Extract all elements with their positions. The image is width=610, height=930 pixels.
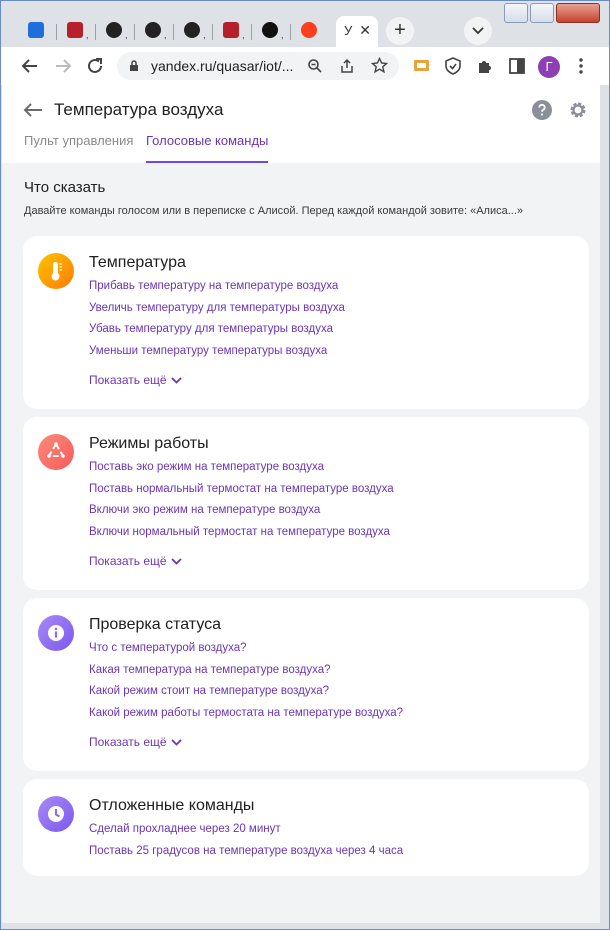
tab-search-button[interactable] xyxy=(464,17,492,45)
address-bar[interactable]: yandex.ru/quasar/iot/... xyxy=(117,52,399,80)
section-title: Что сказать xyxy=(24,179,106,196)
command-card-status: Проверка статуса Что с температурой возд… xyxy=(23,598,589,771)
command-card-modes: Режимы работы Поставь эко режим на темпе… xyxy=(23,417,589,590)
profile-avatar[interactable]: Г xyxy=(538,56,560,78)
info-icon xyxy=(38,615,74,651)
reload-icon[interactable] xyxy=(84,55,106,77)
window-close-button[interactable] xyxy=(556,3,600,23)
tab-control-panel[interactable]: Пульт управления xyxy=(24,133,133,148)
tab-ngs-2[interactable]: , xyxy=(214,16,252,47)
tab-mail[interactable] xyxy=(19,16,57,47)
command-card-temperature: Температура Прибавь температуру на темпе… xyxy=(23,236,589,409)
chevron-down-icon xyxy=(170,558,182,566)
tab-ngs[interactable]: , xyxy=(58,16,96,47)
shield-icon[interactable] xyxy=(442,55,464,77)
back-arrow-icon[interactable] xyxy=(19,55,41,77)
compass-icon xyxy=(262,22,278,38)
tab-yandex-2[interactable]: , xyxy=(136,16,174,47)
command-link[interactable]: Какой режим работы термостата на темпера… xyxy=(89,707,403,719)
clock-icon xyxy=(38,796,74,832)
kebab-menu-icon[interactable] xyxy=(570,55,592,77)
command-link[interactable]: Включи нормальный термостат на температу… xyxy=(89,526,390,538)
tab-close-icon[interactable]: ✕ xyxy=(359,22,371,39)
command-link[interactable]: Какая температура на температуре воздуха… xyxy=(89,664,331,676)
show-more-button[interactable]: Показать ещё xyxy=(89,373,182,387)
side-panel-icon[interactable] xyxy=(506,55,528,77)
url-text: yandex.ru/quasar/iot/... xyxy=(151,58,294,74)
command-link[interactable]: Что с температурой воздуха? xyxy=(89,642,247,654)
bookmark-star-icon[interactable] xyxy=(371,57,388,74)
card-title: Отложенные команды xyxy=(89,797,255,814)
yandex-icon xyxy=(106,22,122,38)
lock-icon xyxy=(130,60,138,71)
page-header: Температура воздуха Пульт управления Гол… xyxy=(2,85,600,163)
extensions-puzzle-icon[interactable] xyxy=(474,55,496,77)
show-more-label: Показать ещё xyxy=(89,373,167,387)
command-card-delayed: Отложенные команды Сделай прохладнее чер… xyxy=(23,779,589,876)
command-link[interactable]: Поставь нормальный термостат на температ… xyxy=(89,483,394,495)
active-tab-label: У xyxy=(344,23,353,38)
maximize-button[interactable] xyxy=(530,3,554,23)
tab-site[interactable]: , xyxy=(253,16,291,47)
command-link[interactable]: Уменьши температуру температуры воздуха xyxy=(89,345,327,357)
browser-window: , , , , , , У ✕ + yandex.ru/quasar/iot/.… xyxy=(0,0,610,930)
card-title: Режимы работы xyxy=(89,435,209,452)
cycle-icon xyxy=(38,434,74,470)
cast-icon[interactable] xyxy=(411,55,433,77)
tab-strip: , , , , , , У ✕ + xyxy=(1,1,609,47)
active-tab-underline xyxy=(146,161,268,163)
command-link[interactable]: Какой режим стоит на температуре воздуха… xyxy=(89,685,329,697)
forward-arrow-icon[interactable] xyxy=(52,55,74,77)
show-more-label: Показать ещё xyxy=(89,735,167,749)
command-link[interactable]: Поставь эко режим на температуре воздуха xyxy=(89,461,324,473)
settings-gear-icon[interactable] xyxy=(568,100,588,120)
section-subtitle: Давайте команды голосом или в переписке … xyxy=(24,205,524,217)
card-title: Температура xyxy=(89,254,186,271)
page-title: Температура воздуха xyxy=(54,100,224,119)
page-content: Температура воздуха Пульт управления Гол… xyxy=(2,85,600,923)
tab-yandex-3[interactable]: , xyxy=(175,16,213,47)
zoom-icon[interactable] xyxy=(307,58,323,74)
yandex-icon xyxy=(145,22,161,38)
show-more-label: Показать ещё xyxy=(89,554,167,568)
command-link[interactable]: Увеличь температуру для температуры возд… xyxy=(89,302,345,314)
card-title: Проверка статуса xyxy=(89,616,222,633)
browser-toolbar: yandex.ru/quasar/iot/... Г xyxy=(1,47,609,85)
mail-icon xyxy=(28,22,44,38)
show-more-button[interactable]: Показать ещё xyxy=(89,735,182,749)
show-more-button[interactable]: Показать ещё xyxy=(89,554,182,568)
tab-voice-commands[interactable]: Голосовые команды xyxy=(146,133,268,148)
chevron-down-icon xyxy=(170,377,182,385)
yandex-icon xyxy=(184,22,200,38)
command-link[interactable]: Убавь температуру для температуры воздух… xyxy=(89,323,333,335)
minimize-button[interactable] xyxy=(504,3,528,23)
tab-yandex-1[interactable]: , xyxy=(97,16,135,47)
thermometer-icon xyxy=(38,253,74,289)
command-link[interactable]: Включи эко режим на температуре воздуха xyxy=(89,504,320,516)
site-icon xyxy=(67,22,83,38)
chevron-down-icon xyxy=(170,739,182,747)
command-link[interactable]: Сделай прохладнее через 20 минут xyxy=(89,823,281,835)
command-link[interactable]: Прибавь температуру на температуре возду… xyxy=(89,280,338,292)
command-link[interactable]: Поставь 25 градусов на температуре возду… xyxy=(89,845,403,857)
yandex-icon xyxy=(301,22,317,38)
tab-yandex-red[interactable] xyxy=(292,16,330,47)
new-tab-button[interactable]: + xyxy=(386,17,414,45)
back-arrow-icon[interactable] xyxy=(22,99,44,121)
share-icon[interactable] xyxy=(339,58,355,74)
help-icon[interactable] xyxy=(532,100,552,120)
tab-active[interactable]: У ✕ xyxy=(336,16,378,47)
site-icon xyxy=(223,22,239,38)
